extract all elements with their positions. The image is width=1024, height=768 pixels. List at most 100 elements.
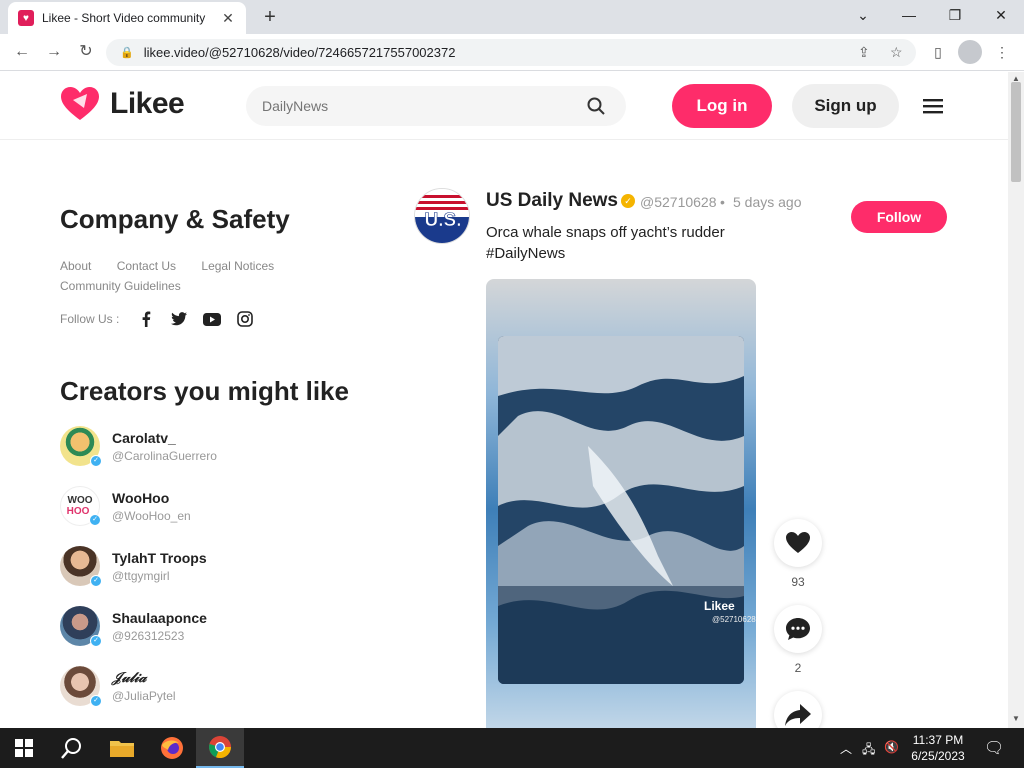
- legal-notices-link[interactable]: Legal Notices: [201, 256, 274, 276]
- footer-links: About Contact Us Legal Notices Community…: [60, 256, 340, 296]
- post-author-handle[interactable]: @52710628: [640, 194, 717, 210]
- post-author-avatar[interactable]: U.S.: [414, 188, 470, 244]
- tab-search-icon[interactable]: ⌄: [840, 0, 886, 30]
- facebook-icon[interactable]: [137, 310, 155, 328]
- taskbar-search-icon[interactable]: [48, 728, 96, 768]
- svg-text:U.S.: U.S.: [425, 210, 462, 231]
- follow-us-label: Follow Us :: [60, 312, 120, 326]
- comment-button[interactable]: [774, 605, 822, 653]
- comment-icon: [786, 618, 810, 640]
- browser-toolbar: ← → ↻ 🔒 likee.video/@52710628/video/7246…: [0, 34, 1024, 71]
- creator-name[interactable]: WooHoo: [112, 490, 191, 506]
- forward-button[interactable]: →: [42, 40, 66, 64]
- notifications-icon[interactable]: 🗨: [984, 738, 1004, 758]
- browser-menu-icon[interactable]: ⋮: [992, 42, 1012, 62]
- creator-item[interactable]: ✓ TylahT Troops @ttgymgirl: [60, 546, 207, 587]
- community-guidelines-link[interactable]: Community Guidelines: [60, 276, 181, 296]
- url-text: likee.video/@52710628/video/724665721755…: [143, 45, 456, 60]
- watermark-handle: @52710628: [712, 615, 756, 624]
- search-input[interactable]: [262, 98, 582, 114]
- side-panel-icon[interactable]: ▯: [928, 42, 948, 62]
- back-button[interactable]: ←: [10, 40, 34, 64]
- hamburger-menu-icon[interactable]: [922, 96, 944, 116]
- close-tab-icon[interactable]: ✕: [220, 10, 236, 26]
- creator-item[interactable]: ✓ 𝒥𝓊𝓁𝒾𝒶 @JuliaPytel: [60, 666, 176, 707]
- firefox-icon[interactable]: [148, 728, 196, 768]
- creator-handle: @JuliaPytel: [112, 688, 176, 703]
- chrome-icon[interactable]: [196, 728, 244, 768]
- creator-handle: @CarolinaGuerrero: [112, 448, 217, 463]
- creators-heading: Creators you might like: [60, 376, 349, 406]
- creator-name[interactable]: Carolatv_: [112, 430, 217, 446]
- creator-name[interactable]: TylahT Troops: [112, 550, 207, 566]
- restore-button[interactable]: ❐: [932, 0, 978, 30]
- svg-text:WOO: WOO: [68, 495, 93, 506]
- comment-count: 2: [794, 661, 802, 675]
- verified-icon: ✓: [90, 695, 102, 707]
- contact-us-link[interactable]: Contact Us: [117, 256, 176, 276]
- about-link[interactable]: About: [60, 256, 91, 276]
- reload-button[interactable]: ↻: [74, 40, 98, 64]
- video-player[interactable]: Likee @52710628: [486, 279, 756, 728]
- share-arrow-icon: [785, 704, 811, 726]
- creator-handle: @WooHoo_en: [112, 508, 191, 523]
- twitter-icon[interactable]: [170, 310, 188, 328]
- minimize-button[interactable]: —: [886, 0, 932, 30]
- youtube-icon[interactable]: [203, 310, 222, 328]
- windows-start-icon[interactable]: [0, 728, 48, 768]
- site-header: Likee Log in Sign up: [0, 72, 1008, 140]
- video-frame[interactable]: [498, 336, 744, 684]
- scroll-thumb[interactable]: [1011, 82, 1021, 182]
- volume-muted-icon[interactable]: 🔇: [884, 740, 899, 754]
- svg-text:HOO: HOO: [67, 506, 90, 517]
- post-caption: Orca whale snaps off yacht’s rudder #Dai…: [486, 224, 725, 262]
- search-bar[interactable]: [246, 86, 626, 126]
- follow-us-row: Follow Us :: [60, 310, 269, 328]
- company-safety-heading: Company & Safety: [60, 204, 290, 234]
- scroll-down-icon[interactable]: ▼: [1008, 714, 1024, 726]
- creator-item[interactable]: ✓ Shaulaaponce @926312523: [60, 606, 207, 647]
- follow-button[interactable]: Follow: [851, 201, 947, 233]
- network-icon[interactable]: 🖧: [862, 740, 875, 761]
- post-author-name[interactable]: US Daily News: [486, 190, 618, 212]
- new-tab-button[interactable]: +: [258, 6, 282, 28]
- avatar[interactable]: ✓: [60, 546, 102, 587]
- search-icon[interactable]: [586, 96, 606, 116]
- taskbar-clock[interactable]: 11:37 PM 6/25/2023: [900, 732, 976, 764]
- bookmark-star-icon[interactable]: ☆: [890, 39, 903, 66]
- creator-item[interactable]: WOO HOO ✓ WooHoo @WooHoo_en: [60, 486, 191, 526]
- avatar[interactable]: WOO HOO ✓: [60, 486, 101, 526]
- login-button[interactable]: Log in: [672, 84, 772, 128]
- profile-avatar[interactable]: [958, 40, 982, 64]
- likee-logo[interactable]: Likee: [60, 86, 185, 122]
- signup-button[interactable]: Sign up: [792, 84, 899, 128]
- file-explorer-icon[interactable]: [98, 728, 146, 768]
- creator-name[interactable]: 𝒥𝓊𝓁𝒾𝒶: [112, 670, 176, 686]
- instagram-icon[interactable]: [236, 310, 254, 328]
- address-bar[interactable]: 🔒 likee.video/@52710628/video/7246657217…: [106, 39, 916, 66]
- show-hidden-icons-icon[interactable]: ︿: [840, 740, 852, 757]
- close-window-button[interactable]: ✕: [978, 0, 1024, 30]
- creator-name[interactable]: Shaulaaponce: [112, 610, 207, 626]
- creator-item[interactable]: ✓ Carolatv_ @CarolinaGuerrero: [60, 426, 217, 467]
- clock-time: 11:37 PM: [912, 733, 964, 747]
- like-button[interactable]: [774, 519, 822, 567]
- verified-icon: ✓: [90, 635, 102, 647]
- clock-date: 6/25/2023: [911, 749, 965, 763]
- creator-handle: @926312523: [112, 628, 185, 643]
- avatar[interactable]: ✓: [60, 666, 102, 707]
- page-scrollbar[interactable]: ▲ ▼: [1008, 72, 1024, 728]
- separator-dot: •: [720, 194, 725, 210]
- post-time: 5 days ago: [733, 194, 802, 210]
- share-button[interactable]: [774, 691, 822, 728]
- orca-water-video-still: [498, 336, 744, 684]
- likee-heart-icon: [61, 87, 99, 120]
- share-icon[interactable]: ⇪: [858, 39, 870, 66]
- lock-icon: 🔒: [120, 47, 134, 59]
- verified-icon: ✓: [89, 514, 101, 526]
- avatar[interactable]: ✓: [60, 606, 102, 647]
- avatar[interactable]: ✓: [60, 426, 102, 467]
- windows-taskbar: ︿ 🖧 🔇 11:37 PM 6/25/2023 🗨: [0, 728, 1024, 768]
- verified-icon: ✓: [90, 455, 102, 467]
- browser-tab[interactable]: ♥ Likee - Short Video community ✕: [8, 2, 246, 34]
